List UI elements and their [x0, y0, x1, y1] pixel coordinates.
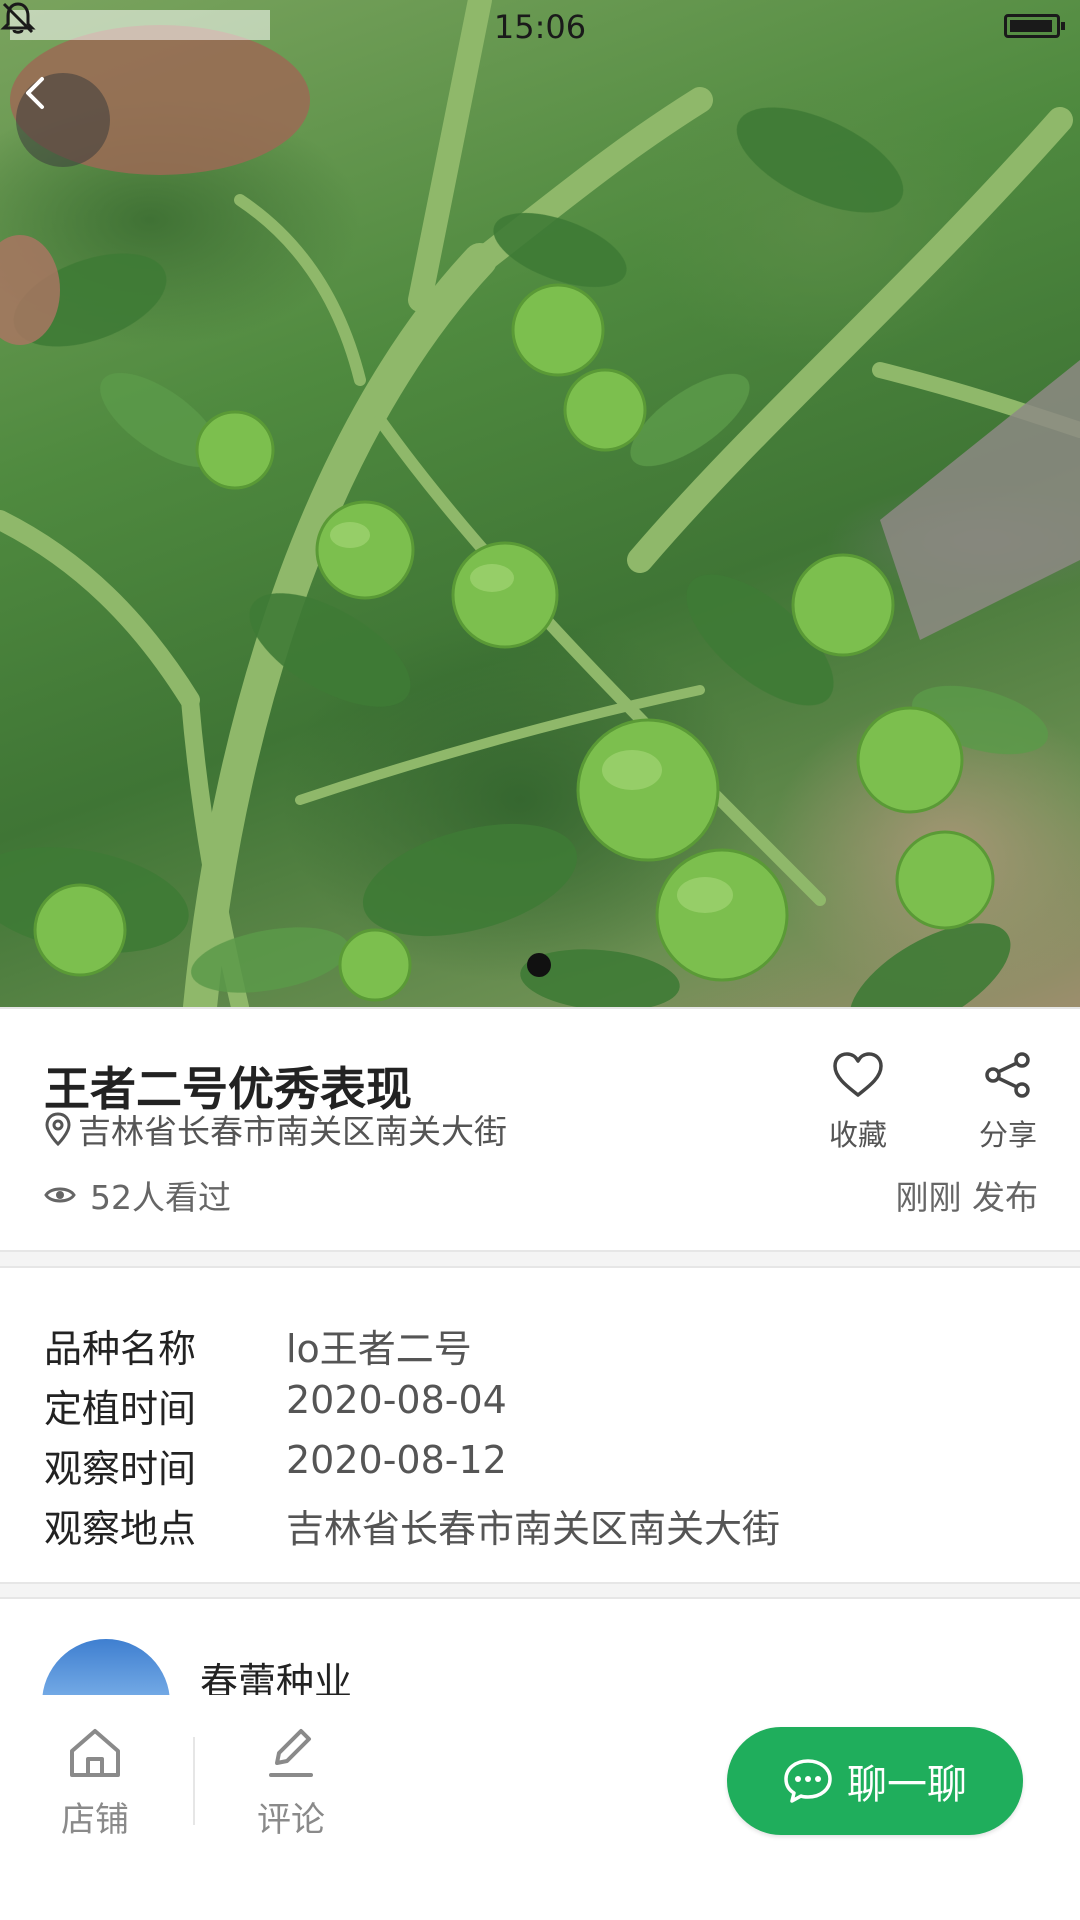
chat-bubble-icon: [784, 1759, 832, 1803]
info-value: lo王者二号: [286, 1327, 472, 1371]
share-icon: [985, 1052, 1030, 1098]
favorite-label: 收藏: [828, 1118, 887, 1152]
comment-nav-label: 评论: [257, 1800, 325, 1840]
share-label: 分享: [978, 1118, 1037, 1152]
bottom-action-bar: 店铺 评论 聊一聊: [0, 1695, 1080, 1920]
shop-nav-label: 店铺: [61, 1800, 129, 1840]
info-key: 品种名称: [44, 1327, 197, 1371]
carousel-page-indicator: [527, 953, 551, 977]
info-row-planting-date: 定植时间 2020-08-04: [44, 1378, 507, 1433]
bell-muted-icon: [0, 2, 36, 34]
post-location: 吉林省长春市南关区南关大街: [44, 1105, 507, 1153]
published-time: 刚刚 发布: [895, 1178, 1039, 1217]
status-time: 15:06: [493, 8, 587, 46]
info-key: 观察地点: [44, 1507, 197, 1551]
back-button[interactable]: [16, 73, 110, 167]
info-value: 2020-08-04: [286, 1378, 507, 1422]
favorite-button[interactable]: 收藏: [808, 1051, 908, 1154]
edit-pencil-icon: [269, 1729, 313, 1777]
post-location-text: 吉林省长春市南关区南关大街: [78, 1112, 507, 1151]
chat-button[interactable]: 聊一聊: [727, 1727, 1023, 1835]
info-key: 观察时间: [44, 1447, 197, 1491]
battery-icon: [1004, 14, 1065, 38]
info-value: 2020-08-12: [286, 1438, 507, 1482]
comment-nav-button[interactable]: 评论: [226, 1725, 356, 1841]
view-count: 52人看过: [44, 1171, 231, 1219]
variety-info-card: 品种名称 lo王者二号 定植时间 2020-08-04 观察时间 2020-08…: [0, 1266, 1080, 1584]
heart-icon: [833, 1052, 883, 1097]
post-header-card: 王者二号优秀表现 吉林省长春市南关区南关大街 52人看过 刚刚 发布 收藏 分享: [0, 1007, 1080, 1252]
info-key: 定植时间: [44, 1387, 197, 1431]
share-button[interactable]: 分享: [958, 1051, 1058, 1154]
view-count-text: 52人看过: [90, 1178, 231, 1217]
nav-divider: [193, 1737, 195, 1825]
location-pin-icon: [45, 1112, 71, 1146]
info-row-variety: 品种名称 lo王者二号: [44, 1318, 472, 1373]
shop-nav-button[interactable]: 店铺: [30, 1725, 160, 1841]
info-row-observation-location: 观察地点 吉林省长春市南关区南关大街: [44, 1498, 780, 1553]
chat-button-label: 聊一聊: [847, 1762, 967, 1808]
info-value: 吉林省长春市南关区南关大街: [286, 1507, 781, 1551]
tomato-plant-illustration: [0, 0, 1080, 1007]
hero-photo[interactable]: 15:06: [0, 0, 1080, 1007]
info-row-observation-date: 观察时间 2020-08-12: [44, 1438, 507, 1493]
home-icon: [70, 1729, 120, 1777]
eye-icon: [44, 1187, 76, 1203]
chevron-left-icon: [26, 77, 44, 109]
